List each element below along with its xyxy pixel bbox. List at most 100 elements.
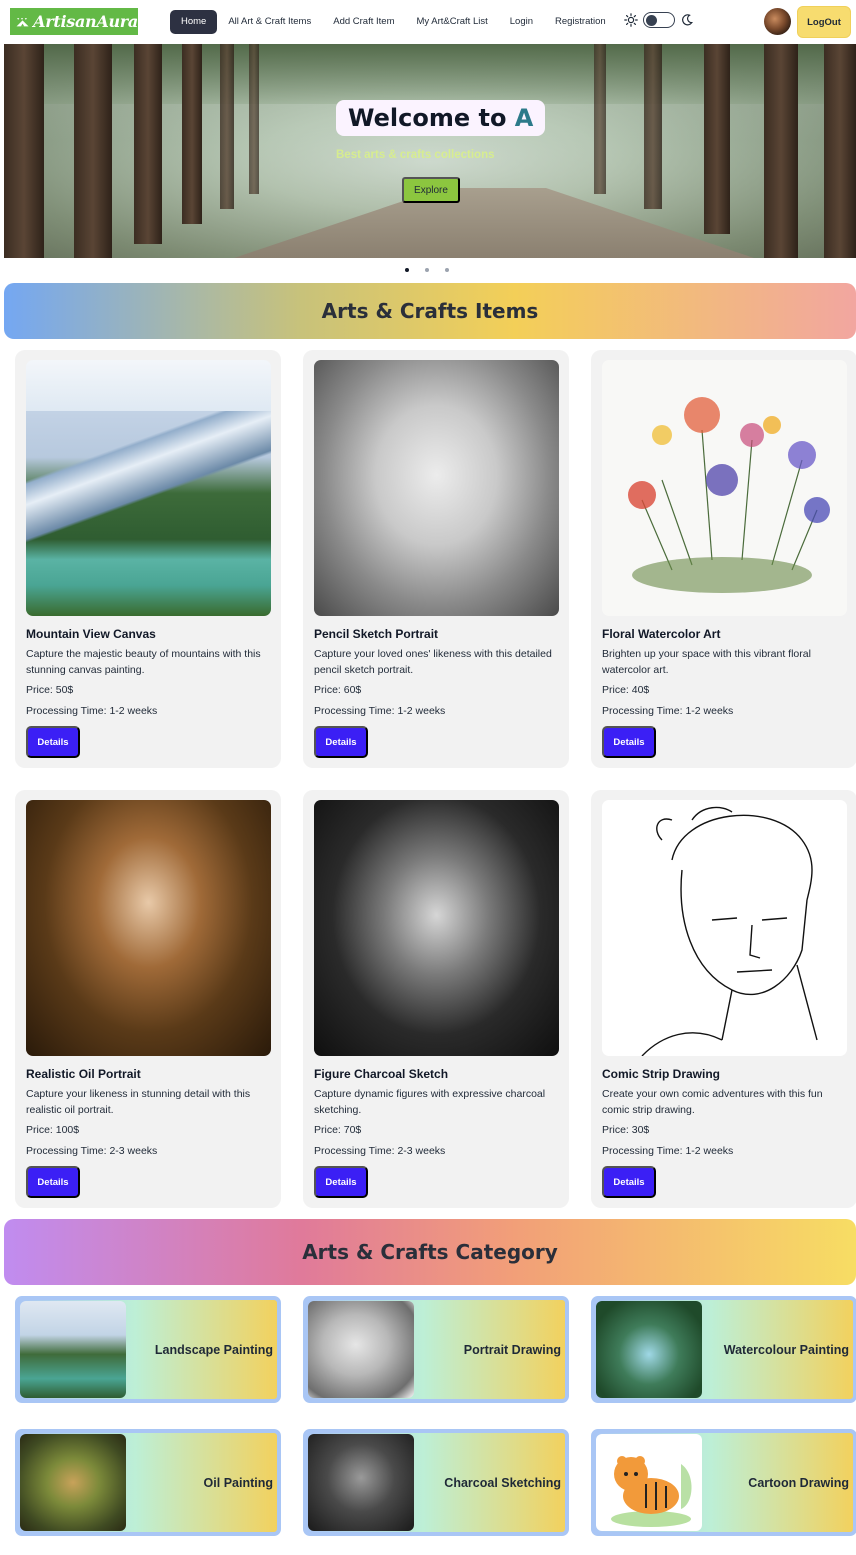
- category-section-banner: Arts & Crafts Category: [4, 1219, 856, 1285]
- item-price: Price: 100$: [26, 1124, 80, 1136]
- item-description: Brighten up your space with this vibrant…: [602, 648, 811, 676]
- item-price: Price: 30$: [602, 1124, 650, 1136]
- nav-all-items[interactable]: All Art & Craft Items: [217, 10, 322, 34]
- item-processing-time: Processing Time: 1-2 weeks: [602, 1145, 734, 1157]
- theme-switch[interactable]: [643, 12, 675, 28]
- category-image: [596, 1301, 702, 1398]
- category-card[interactable]: Oil Painting: [15, 1429, 281, 1536]
- item-name: Floral Watercolor Art: [602, 627, 721, 641]
- item-card: Comic Strip Drawing Create your own comic…: [591, 790, 856, 1208]
- item-description: Capture dynamic figures with expressive …: [314, 1088, 546, 1116]
- site-logo[interactable]: ArtisanAura: [10, 8, 138, 35]
- tree-trunk: [764, 44, 798, 258]
- item-processing-time: Processing Time: 1-2 weeks: [314, 705, 446, 717]
- nav-add-craft[interactable]: Add Craft Item: [322, 10, 405, 34]
- items-section-banner: Arts & Crafts Items: [4, 283, 856, 339]
- item-name: Mountain View Canvas: [26, 627, 156, 641]
- item-name: Figure Charcoal Sketch: [314, 1067, 449, 1081]
- item-image: [602, 360, 847, 616]
- details-button[interactable]: Details: [314, 726, 368, 758]
- details-button[interactable]: Details: [602, 1166, 656, 1198]
- item-processing-time: Processing Time: 1-2 weeks: [26, 705, 158, 717]
- tree-trunk: [220, 44, 234, 209]
- sun-icon: [624, 13, 638, 27]
- slider-dot[interactable]: [445, 268, 449, 272]
- nav-my-list[interactable]: My Art&Craft List: [405, 10, 498, 34]
- item-image: [602, 800, 847, 1056]
- logout-button[interactable]: LogOut: [797, 6, 851, 38]
- tree-trunk: [824, 44, 856, 258]
- tree-trunk: [182, 44, 202, 224]
- item-processing-time: Processing Time: 2-3 weeks: [314, 1145, 446, 1157]
- details-button[interactable]: Details: [26, 1166, 80, 1198]
- category-image: [596, 1434, 702, 1531]
- category-card[interactable]: Landscape Painting: [15, 1296, 281, 1403]
- comic-face-illustration: [641, 806, 818, 1056]
- tree-trunk: [704, 44, 730, 234]
- item-price: Price: 70$: [314, 1124, 362, 1136]
- slider-dots: [405, 268, 449, 272]
- category-image: [308, 1434, 414, 1531]
- theme-switch-knob: [646, 14, 657, 26]
- tree-trunk: [249, 44, 259, 194]
- logo-icon: [16, 17, 29, 26]
- hero-title-box: Welcome to A: [336, 100, 546, 136]
- category-image: [308, 1301, 414, 1398]
- items-section-title: Arts & Crafts Items: [321, 299, 539, 323]
- item-processing-time: Processing Time: 1-2 weeks: [602, 705, 734, 717]
- slider-dot[interactable]: [405, 268, 409, 272]
- category-image: [20, 1434, 126, 1531]
- details-button[interactable]: Details: [26, 726, 80, 758]
- nav-login[interactable]: Login: [499, 10, 544, 34]
- logo-text: ArtisanAura: [33, 12, 138, 31]
- category-image: [20, 1301, 126, 1398]
- category-label: Portrait Drawing: [463, 1342, 561, 1357]
- hero-path: [234, 188, 754, 258]
- nav-registration[interactable]: Registration: [544, 10, 617, 34]
- category-label: Landscape Painting: [154, 1342, 273, 1357]
- nav-home[interactable]: Home: [170, 10, 218, 34]
- details-button[interactable]: Details: [602, 726, 656, 758]
- category-card[interactable]: Charcoal Sketching: [303, 1429, 569, 1536]
- category-label: Oil Painting: [203, 1475, 273, 1490]
- item-name: Realistic Oil Portrait: [26, 1067, 141, 1081]
- theme-toggle-group: [624, 12, 694, 28]
- hero-subtitle: Best arts & crafts collections: [336, 149, 495, 161]
- main-nav: Home All Art & Craft Items Add Craft Ite…: [170, 10, 617, 34]
- item-description: Capture your likeness in stunning detail…: [26, 1088, 251, 1116]
- hero-slider: Welcome to A Best arts & crafts collecti…: [4, 44, 856, 258]
- category-section-title: Arts & Crafts Category: [302, 1240, 558, 1264]
- item-image: [314, 360, 559, 616]
- navbar: ArtisanAura Home All Art & Craft Items A…: [0, 0, 856, 44]
- slider-dot[interactable]: [425, 268, 429, 272]
- item-name: Pencil Sketch Portrait: [314, 627, 439, 641]
- category-card[interactable]: Portrait Drawing: [303, 1296, 569, 1403]
- category-card[interactable]: Watercolour Painting: [591, 1296, 856, 1403]
- tiger-illustration: [611, 1456, 692, 1527]
- item-card: Floral Watercolor Art Brighten up your sp…: [591, 350, 856, 768]
- flowers-illustration: [628, 397, 830, 593]
- item-card: Figure Charcoal Sketch Capture dynamic fi…: [303, 790, 569, 1208]
- item-price: Price: 50$: [26, 684, 74, 696]
- item-image: [26, 800, 271, 1056]
- category-label: Watercolour Painting: [723, 1342, 849, 1357]
- user-avatar[interactable]: [764, 8, 791, 35]
- item-price: Price: 40$: [602, 684, 650, 696]
- item-card: Mountain View Canvas Capture the majestic…: [15, 350, 281, 768]
- details-button[interactable]: Details: [314, 1166, 368, 1198]
- moon-icon: [682, 14, 693, 26]
- explore-button[interactable]: Explore: [402, 177, 460, 203]
- tree-trunk: [4, 44, 44, 258]
- item-description: Create your own comic adventures with th…: [602, 1088, 823, 1116]
- item-name: Comic Strip Drawing: [602, 1067, 721, 1081]
- item-image: [26, 360, 271, 616]
- tree-trunk: [74, 44, 112, 258]
- tree-trunk: [594, 44, 606, 194]
- tree-trunk: [134, 44, 162, 244]
- item-price: Price: 60$: [314, 684, 362, 696]
- item-card: Realistic Oil Portrait Capture your liken…: [15, 790, 281, 1208]
- category-card[interactable]: Cartoon Drawing: [591, 1429, 856, 1536]
- tree-trunk: [644, 44, 662, 209]
- category-label: Charcoal Sketching: [444, 1475, 561, 1490]
- item-image: [314, 800, 559, 1056]
